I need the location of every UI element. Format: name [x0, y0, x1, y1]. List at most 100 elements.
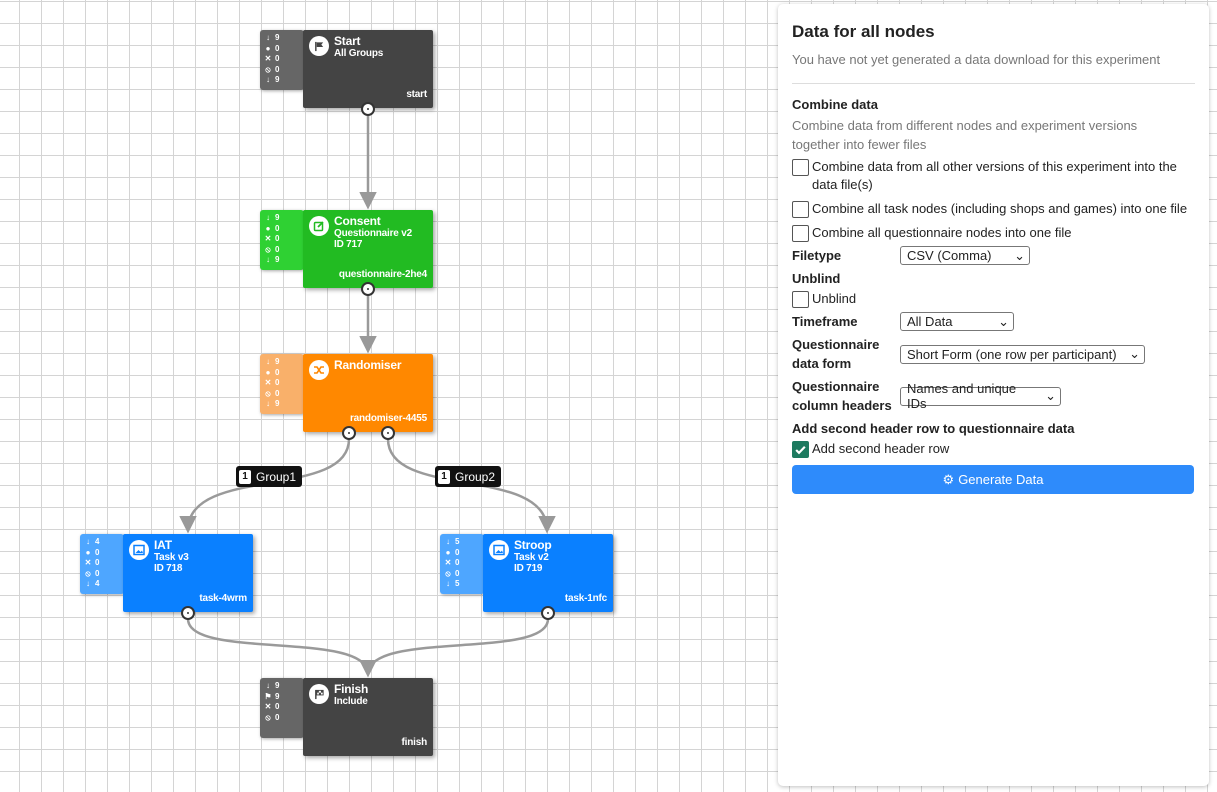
unblind-checkbox[interactable]: [792, 291, 809, 308]
stat-value: 0: [275, 234, 280, 243]
node-card[interactable]: IAT Task v3 ID 718 task-4wrm: [123, 534, 253, 612]
chevron-down-icon: ⌄: [998, 313, 1009, 329]
node-card[interactable]: Consent Questionnaire v2 ID 717 question…: [303, 210, 433, 288]
circle-icon: ●: [265, 223, 271, 233]
combine-tasks-checkbox[interactable]: [792, 201, 809, 218]
node-title: Finish: [334, 682, 369, 696]
stat-value: 9: [275, 75, 280, 84]
unblind-option[interactable]: Unblind: [792, 290, 1195, 308]
node-title: Consent: [334, 214, 381, 228]
group-label: Group2: [455, 469, 496, 484]
node-key: randomiser-4455: [349, 413, 427, 424]
gears-icon: ⚙: [942, 471, 955, 487]
circle-icon: ●: [265, 367, 271, 377]
stat-value: 9: [275, 691, 280, 701]
questionnaire-form-label: Questionnaire data form: [792, 337, 880, 371]
panel-title: Data for all nodes: [792, 22, 935, 41]
group-count-badge: 1: [438, 469, 450, 484]
stat-value: 5: [455, 537, 460, 546]
questionnaire-headers-select[interactable]: Names and unique IDs ⌄: [900, 381, 1061, 411]
output-port-2[interactable]: [381, 426, 395, 440]
node-card[interactable]: Stroop Task v2 ID 719 task-1nfc: [483, 534, 613, 612]
node-card[interactable]: Start All Groups start: [303, 30, 433, 108]
stat-value: 0: [275, 54, 280, 63]
combine-questionnaires-option[interactable]: Combine all questionnaire nodes into one…: [792, 224, 1195, 242]
node-stats: ↓ 9 ⚑ 9 ✕ 0 ⦸ 0: [260, 678, 304, 738]
node-title: Randomiser: [334, 358, 402, 372]
checkbox-label: Combine data from all other versions of …: [812, 159, 1177, 192]
edit-icon: [309, 216, 329, 236]
stat-value: 0: [275, 43, 280, 53]
arrow-down-icon: ↓: [446, 537, 450, 546]
stat-value: 0: [275, 244, 280, 254]
node-id: ID 719: [514, 563, 543, 574]
select-value: CSV (Comma): [907, 248, 992, 263]
ban-icon: ⦸: [265, 712, 271, 722]
second-header-checkbox[interactable]: [792, 441, 809, 458]
times-icon: ✕: [84, 558, 92, 567]
edge-iat-finish: [186, 618, 377, 678]
select-value: All Data: [907, 314, 953, 329]
combine-versions-option[interactable]: Combine data from all other versions of …: [792, 158, 1195, 194]
ban-icon: ⦸: [265, 244, 271, 254]
questionnaire-headers-label: Questionnaire column headers: [792, 379, 892, 413]
ban-icon: ⦸: [445, 568, 451, 578]
combine-description: Combine data from different nodes and ex…: [792, 118, 1138, 152]
output-port[interactable]: [361, 282, 375, 296]
combine-versions-checkbox[interactable]: [792, 159, 809, 176]
edge-label-group1[interactable]: 1 Group1: [236, 466, 303, 487]
stat-value: 0: [95, 558, 100, 567]
checkbox-label: Unblind: [812, 291, 857, 306]
chevron-down-icon: ⌄: [1129, 346, 1140, 361]
select-value: Short Form (one row per participant): [907, 346, 1117, 362]
node-id: ID 717: [334, 239, 363, 250]
timeframe-row: Timeframe All Data ⌄: [792, 312, 1195, 331]
questionnaire-headers-row: Questionnaire column headers Names and u…: [792, 377, 1195, 415]
node-title: Stroop: [514, 538, 552, 552]
stat-value: 9: [275, 255, 280, 264]
node-stats: ↓ 9 ● 0 ✕ 0 ⦸ 0 ↓ 9: [260, 354, 304, 414]
stat-value: 0: [275, 712, 280, 722]
stat-value: 0: [95, 568, 100, 578]
node-card[interactable]: Finish Include finish: [303, 678, 433, 756]
checkmark-icon: [795, 446, 806, 455]
questionnaire-form-select[interactable]: Short Form (one row per participant) ⌄: [900, 344, 1145, 364]
stat-value: 0: [275, 702, 280, 711]
times-icon: ✕: [264, 702, 272, 711]
arrow-down-icon: ↓: [86, 579, 90, 588]
stat-value: 9: [275, 213, 280, 222]
circle-icon: ●: [265, 43, 271, 53]
button-label: Generate Data: [958, 472, 1044, 487]
combine-tasks-option[interactable]: Combine all task nodes (including shops …: [792, 200, 1195, 218]
stat-value: 5: [455, 579, 460, 588]
no-download-message: You have not yet generated a data downlo…: [792, 52, 1161, 67]
output-port-1[interactable]: [342, 426, 356, 440]
second-header-option[interactable]: Add second header row: [792, 440, 1195, 458]
timeframe-select[interactable]: All Data ⌄: [900, 312, 1014, 331]
node-id: ID 718: [154, 563, 183, 574]
edge-label-group2[interactable]: 1 Group2: [435, 466, 502, 487]
node-subtitle: Task v3: [154, 552, 189, 563]
group-count-badge: 1: [239, 469, 251, 484]
node-subtitle: Include: [334, 696, 368, 707]
output-port[interactable]: [541, 606, 555, 620]
times-icon: ✕: [264, 378, 272, 387]
filetype-select[interactable]: CSV (Comma) ⌄: [900, 246, 1030, 265]
node-card[interactable]: Randomiser randomiser-4455: [303, 354, 433, 432]
filetype-label: Filetype: [792, 248, 842, 263]
output-port[interactable]: [181, 606, 195, 620]
stat-value: 0: [455, 568, 460, 578]
ban-icon: ⦸: [265, 388, 271, 398]
node-key: finish: [401, 737, 428, 748]
questionnaire-form-row: Questionnaire data form Short Form (one …: [792, 335, 1195, 373]
combine-questionnaires-checkbox[interactable]: [792, 225, 809, 242]
output-port[interactable]: [361, 102, 375, 116]
stat-value: 4: [95, 579, 100, 588]
stat-value: 0: [95, 547, 100, 557]
node-stats: ↓ 9 ● 0 ✕ 0 ⦸ 0 ↓ 9: [260, 210, 304, 270]
divider: [792, 83, 1195, 84]
node-key: questionnaire-2he4: [338, 269, 427, 280]
timeframe-label: Timeframe: [792, 314, 858, 329]
arrow-down-icon: ↓: [266, 33, 270, 42]
generate-data-button[interactable]: ⚙ Generate Data: [792, 465, 1194, 494]
